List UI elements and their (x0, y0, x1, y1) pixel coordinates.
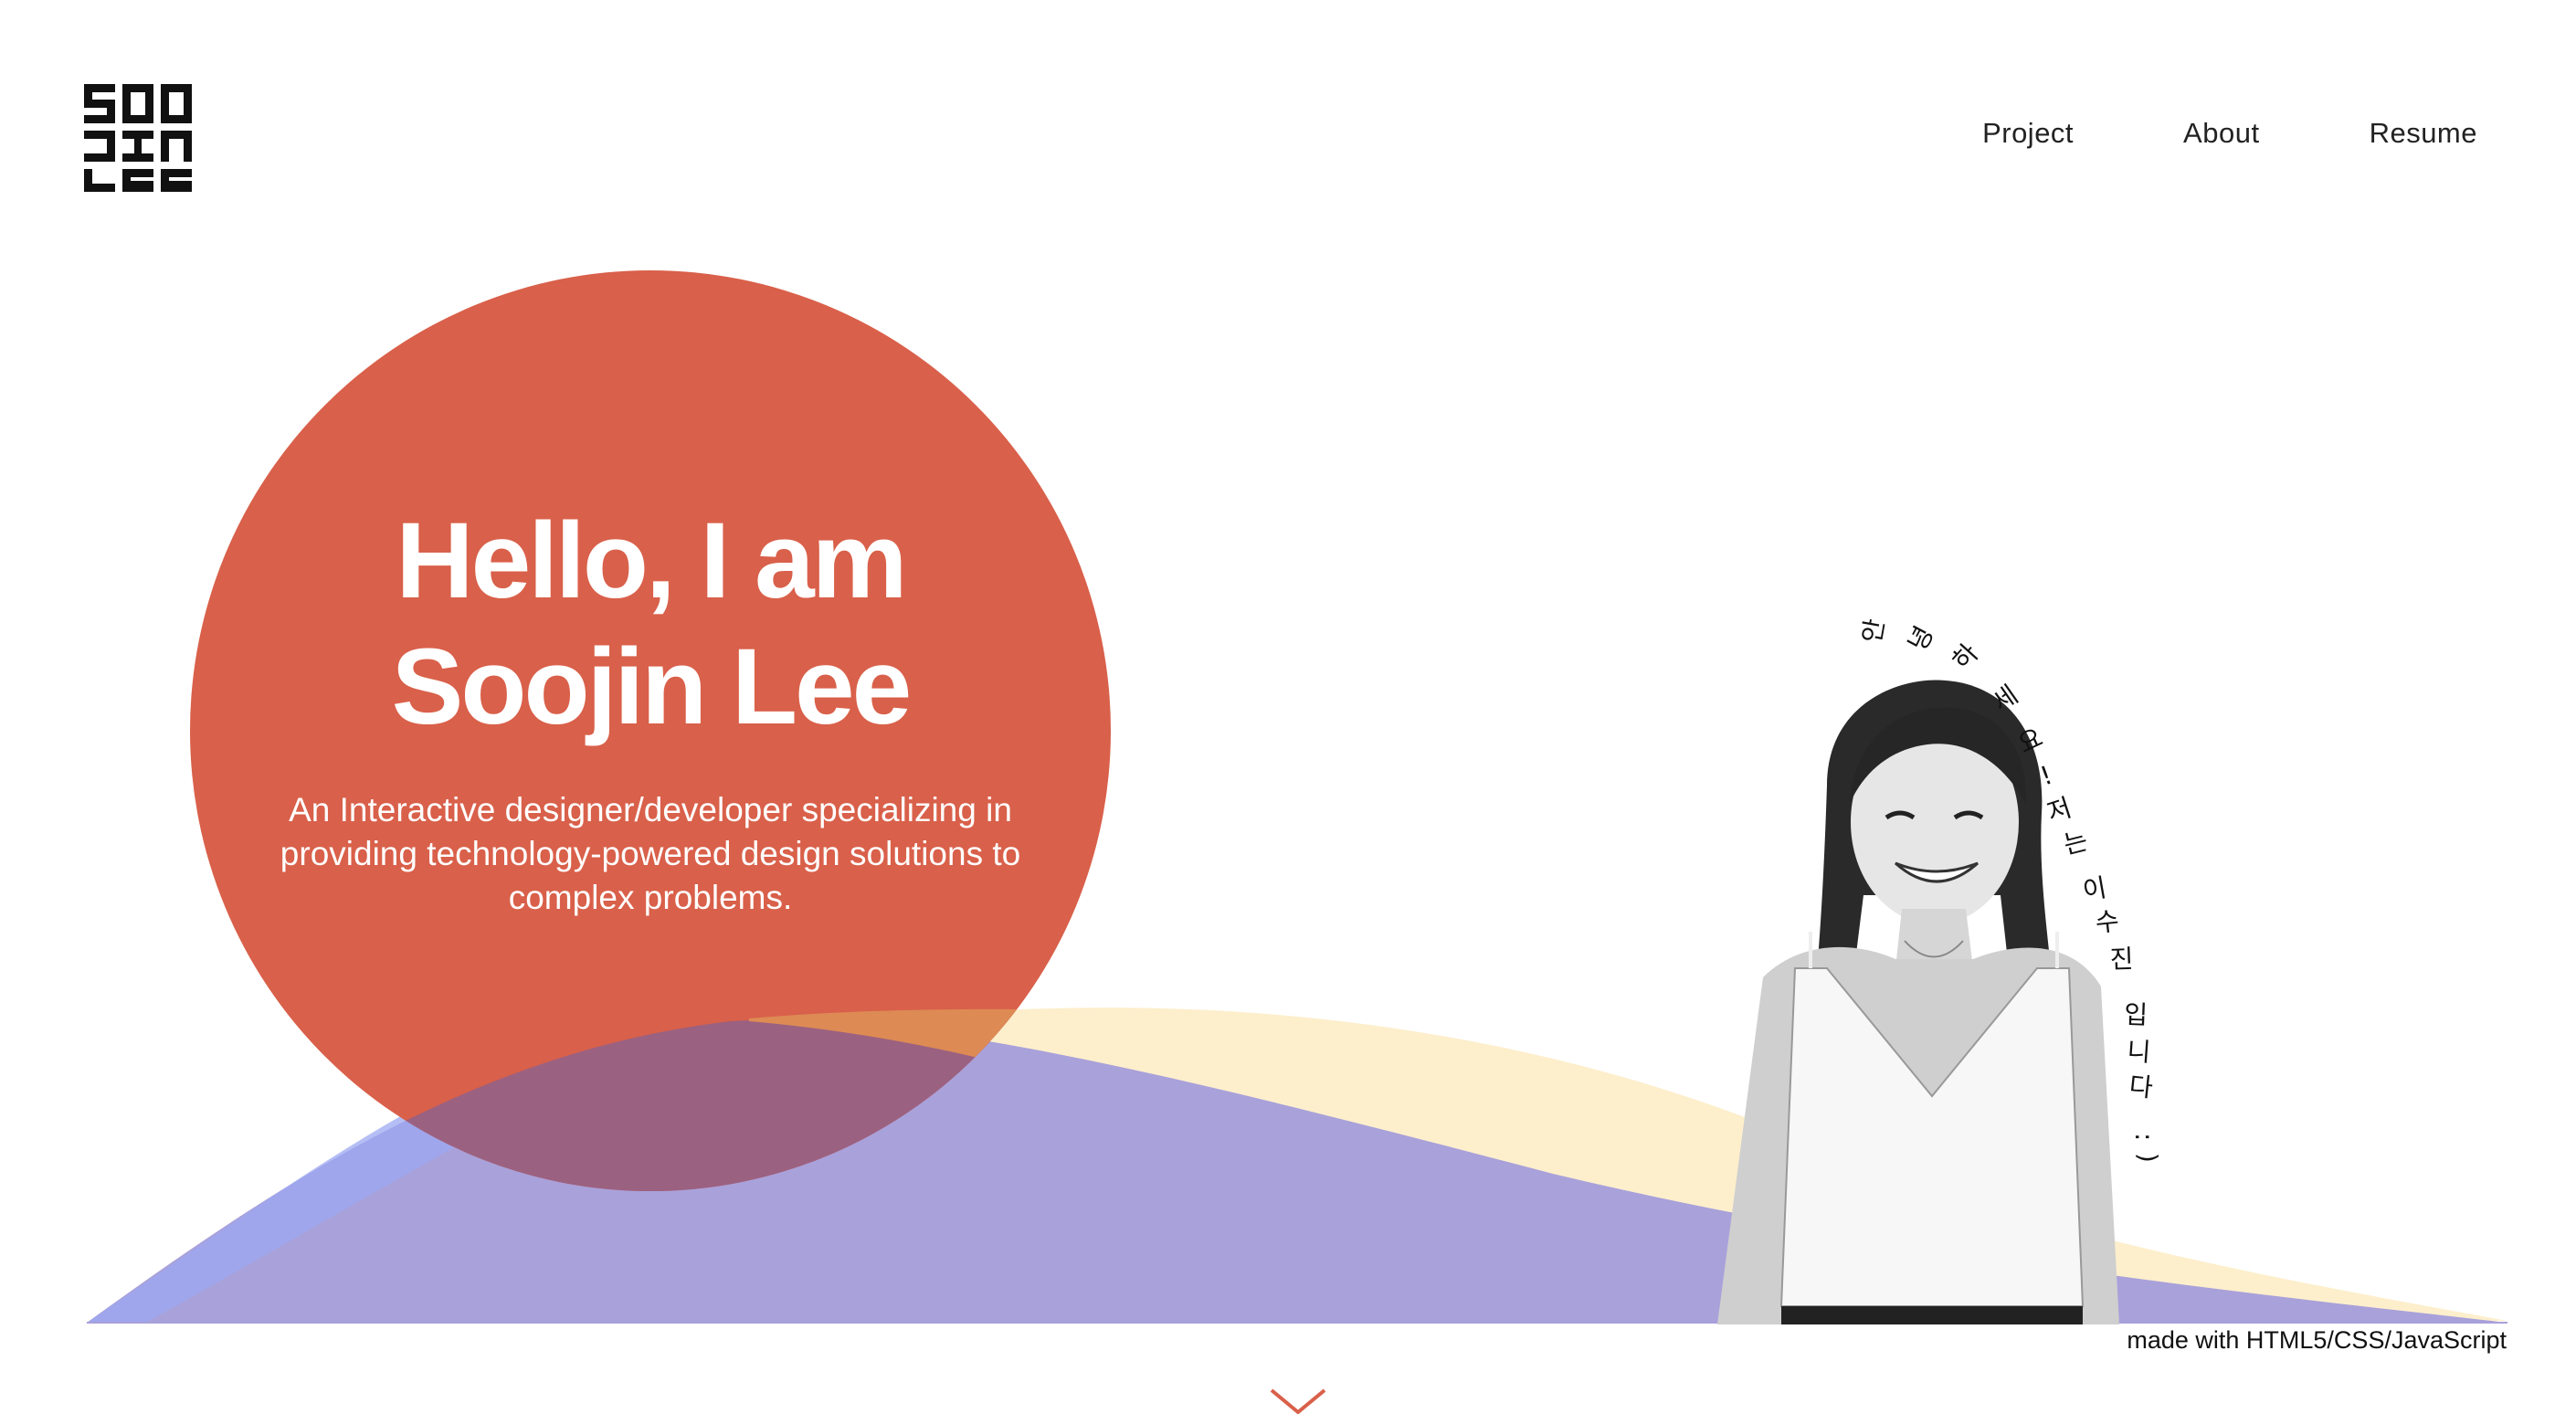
hero-title-line2: Soojin Lee (391, 627, 913, 747)
hero-subtitle: An Interactive designer/developer specia… (280, 791, 1021, 916)
chevron-down-icon[interactable] (1270, 1388, 1326, 1414)
hero-title: Hello, I am Soojin Lee (190, 498, 1111, 750)
hero-content: Hello, I am Soojin Lee An Interactive de… (190, 498, 1111, 920)
portrait-photo (1717, 680, 2119, 1324)
made-with-note: made with HTML5/CSS/JavaScript (2127, 1326, 2507, 1354)
hero-title-line1: Hello, I am (396, 501, 907, 621)
